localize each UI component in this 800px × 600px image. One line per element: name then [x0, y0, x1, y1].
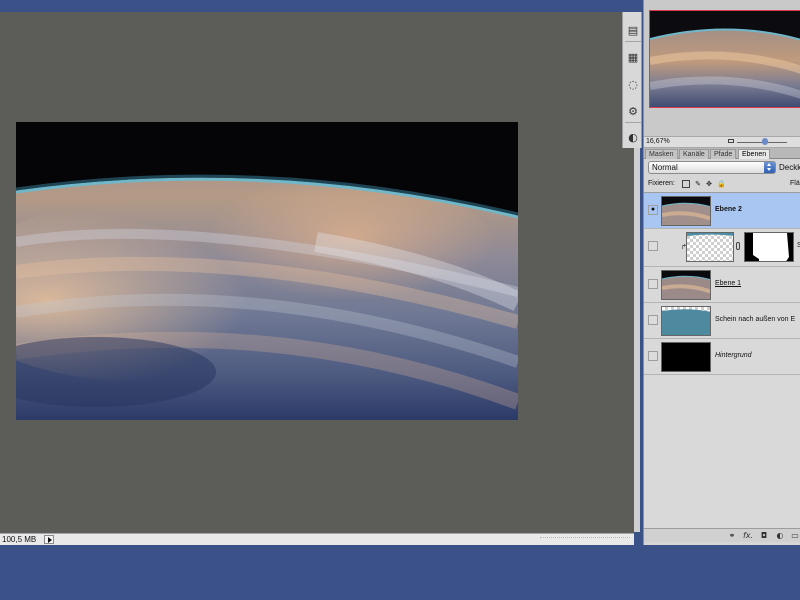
layer-name[interactable]: Ebene 1: [715, 280, 741, 287]
artwork-earth-horizon[interactable]: [16, 122, 518, 420]
zoom-slider-knob[interactable]: [762, 138, 768, 145]
tab-ebenen[interactable]: Ebenen: [738, 149, 771, 159]
eye-icon[interactable]: ●: [648, 205, 658, 215]
layer-thumbnail: [686, 232, 734, 262]
tab-pfade[interactable]: Pfade: [710, 149, 737, 159]
navigator-preview[interactable]: [649, 10, 800, 108]
mask-thumbnail[interactable]: [744, 232, 794, 262]
desktop-bottom-strip: [0, 545, 800, 600]
layer-row-outer-glow[interactable]: Schein nach außen von E: [644, 303, 800, 339]
panel-column: 16,67% Masken Kanäle Pfade Ebenen Normal…: [643, 0, 800, 545]
layer-thumbnail: [661, 196, 711, 226]
status-document-size: 100,5 MB: [2, 535, 37, 544]
layer-row-hintergrund[interactable]: Hintergrund: [644, 339, 800, 375]
dock-divider: [625, 122, 641, 123]
chain-link-icon[interactable]: [736, 242, 740, 250]
blend-mode-value: Normal: [652, 163, 678, 172]
mask-icon[interactable]: ◘: [758, 530, 770, 541]
document-window: 100,5 MB: [0, 12, 634, 545]
visibility-toggle[interactable]: [648, 351, 658, 361]
navigator-zoom-value[interactable]: 16,67%: [646, 138, 670, 145]
opacity-label: Deckk: [779, 163, 800, 172]
dock-divider: [625, 41, 641, 42]
blend-mode-select[interactable]: Normal: [648, 161, 776, 174]
adjustments-icon[interactable]: ◌: [625, 76, 641, 92]
navigator-zoom-bar: 16,67%: [644, 136, 800, 148]
lock-all-icon[interactable]: 🔒: [717, 180, 726, 188]
lock-row: Fixieren: ✎ ✥ 🔒 Flä: [644, 177, 800, 191]
visibility-toggle[interactable]: [648, 315, 658, 325]
fill-label: Flä: [790, 180, 800, 187]
layers-panel-footer: ⚭ fx. ◘ ◐ ▭: [644, 528, 800, 542]
new-group-icon[interactable]: ▭: [789, 530, 800, 541]
horizontal-scrollbar[interactable]: [540, 537, 630, 543]
canvas-area[interactable]: [0, 12, 634, 532]
lock-transparent-icon[interactable]: [682, 180, 690, 188]
lock-label: Fixieren:: [648, 180, 675, 187]
layer-row-effect[interactable]: ↱ S: [644, 229, 800, 267]
panel-dock: ▤ ▦ ◌ ⚙ ◐: [622, 12, 642, 148]
layer-thumbnail: [661, 342, 711, 372]
blend-mode-row: Normal Deckk: [644, 159, 800, 177]
tab-masken[interactable]: Masken: [645, 149, 678, 159]
visibility-toggle[interactable]: [648, 241, 658, 251]
layer-name[interactable]: Schein nach außen von E: [715, 316, 795, 323]
info-icon[interactable]: ◐: [625, 129, 641, 145]
select-stepper-icon[interactable]: [764, 162, 775, 173]
link-icon[interactable]: ⚭: [726, 530, 738, 541]
layer-row-ebene-2[interactable]: ● Ebene 2: [644, 193, 800, 229]
status-bar: 100,5 MB: [0, 533, 634, 545]
layers-list: ● Ebene 2 ↱ S Ebene 1: [644, 192, 800, 528]
lock-brush-icon[interactable]: ✎: [694, 180, 702, 188]
layer-thumbnail: [661, 306, 711, 336]
visibility-toggle[interactable]: [648, 279, 658, 289]
status-menu-arrow-icon[interactable]: [44, 535, 54, 544]
actions-icon[interactable]: ▦: [625, 49, 641, 65]
history-icon[interactable]: ▤: [625, 22, 641, 38]
navigator-panel: [644, 0, 800, 136]
layer-thumbnail: [661, 270, 711, 300]
layer-row-ebene-1[interactable]: Ebene 1: [644, 267, 800, 303]
fx-icon[interactable]: fx.: [742, 530, 754, 541]
panel-tabs: Masken Kanäle Pfade Ebenen: [644, 148, 800, 159]
tools-icon[interactable]: ⚙: [625, 103, 641, 119]
layer-name[interactable]: Ebene 2: [715, 206, 742, 213]
tab-kanaele[interactable]: Kanäle: [679, 149, 709, 159]
layer-name[interactable]: Hintergrund: [715, 352, 752, 359]
lock-move-icon[interactable]: ✥: [705, 180, 713, 188]
zoom-out-icon[interactable]: [728, 139, 734, 143]
adjustment-layer-icon[interactable]: ◐: [774, 530, 786, 541]
